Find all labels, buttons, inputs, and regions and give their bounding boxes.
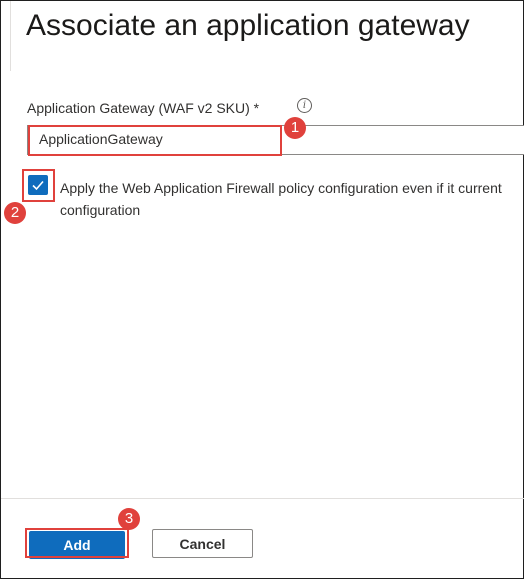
cancel-button[interactable]: Cancel xyxy=(152,529,253,558)
callout-badge-2: 2 xyxy=(4,202,26,224)
panel-edge-divider xyxy=(10,1,11,71)
callout-highlight-add-button xyxy=(25,528,129,558)
callout-badge-1: 1 xyxy=(284,117,306,139)
callout-highlight-gateway-input xyxy=(28,125,282,156)
blade-panel: Associate an application gateway Applica… xyxy=(0,0,524,579)
waf-policy-checkbox-label[interactable]: Apply the Web Application Firewall polic… xyxy=(60,177,524,221)
callout-highlight-checkbox xyxy=(22,169,55,202)
info-icon[interactable]: i xyxy=(297,98,312,113)
footer-divider xyxy=(1,498,524,499)
gateway-field-label: Application Gateway (WAF v2 SKU) * xyxy=(27,100,260,116)
callout-badge-3: 3 xyxy=(118,508,140,530)
page-title: Associate an application gateway xyxy=(26,9,470,42)
